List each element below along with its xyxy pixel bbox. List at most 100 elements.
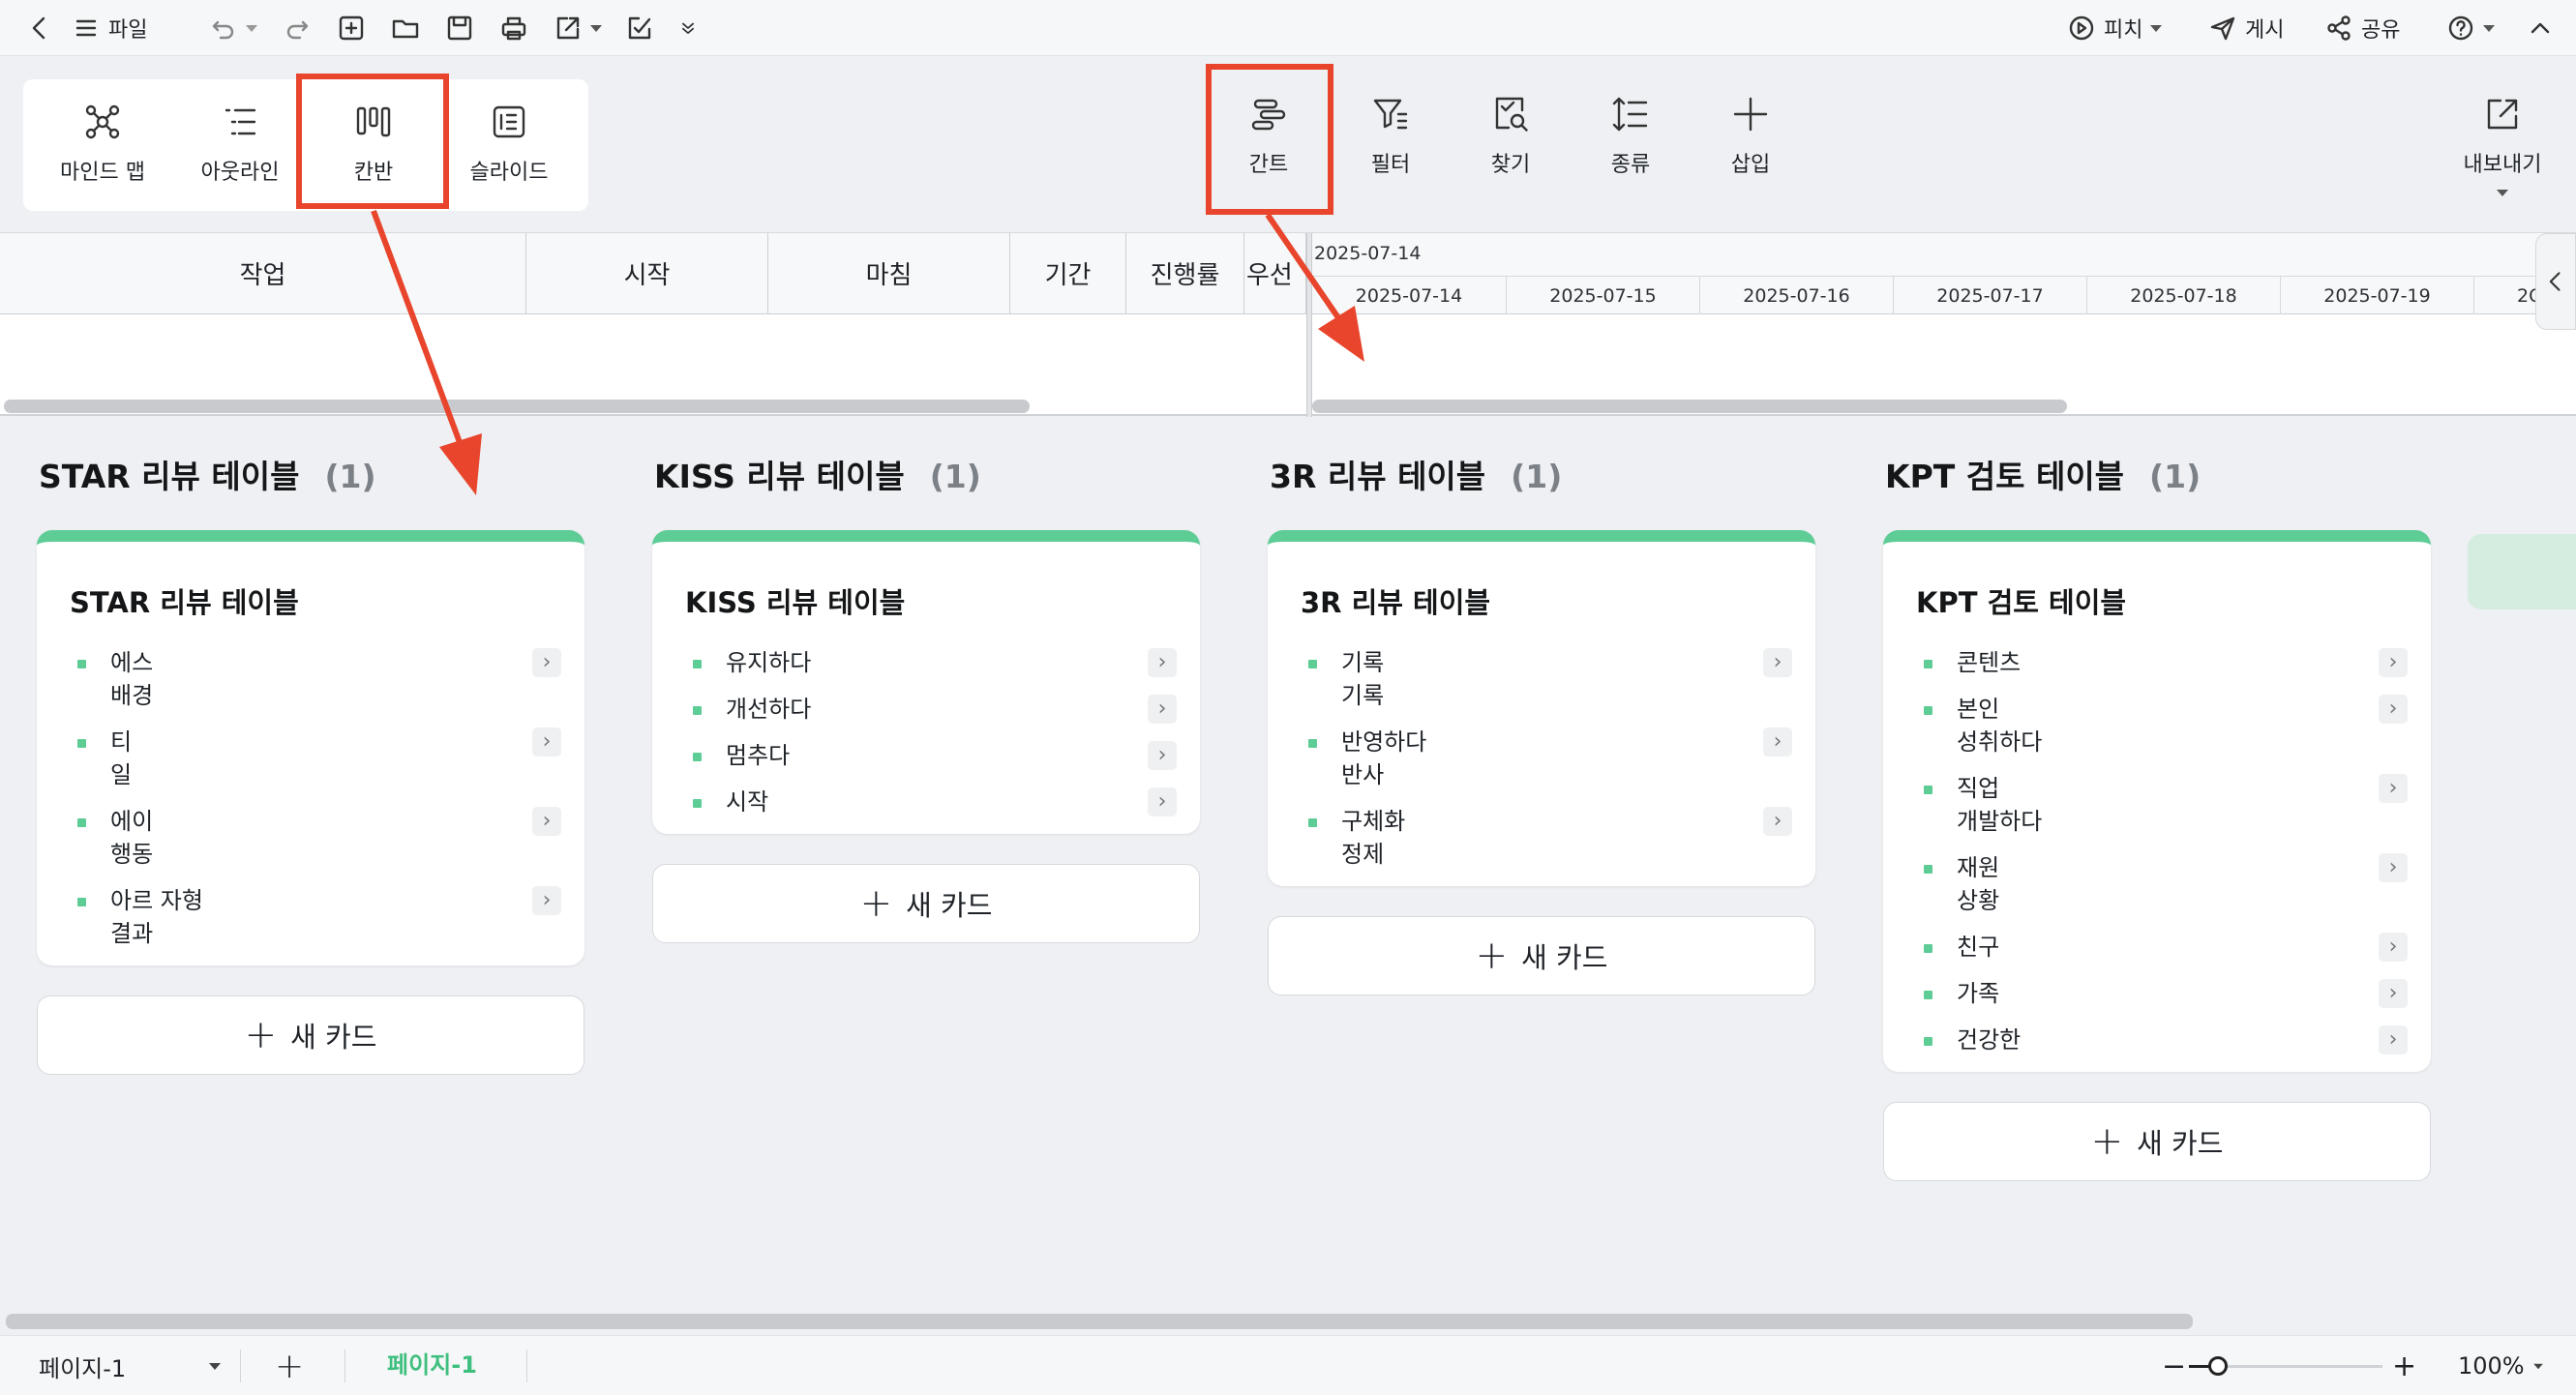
view-kanban-button[interactable]: 칸반	[308, 101, 439, 186]
card-item[interactable]: 유지하다 ›	[693, 646, 1177, 681]
card-item[interactable]: 멈추다 ›	[693, 739, 1177, 774]
chevron-right-icon[interactable]: ›	[2379, 933, 2408, 962]
chevron-right-icon[interactable]: ›	[2379, 774, 2408, 803]
new-card-button[interactable]: + 새 카드	[1883, 1102, 2431, 1181]
collapse-toolbar-button[interactable]	[2526, 0, 2555, 56]
card-item[interactable]: 시작 ›	[693, 786, 1177, 820]
chevron-right-icon[interactable]: ›	[2379, 695, 2408, 724]
save-button[interactable]	[445, 0, 474, 56]
kanban-next-column-placeholder[interactable]	[2468, 534, 2576, 609]
redo-button[interactable]	[283, 0, 312, 56]
gantt-left-scrollbar[interactable]	[4, 400, 1030, 413]
kanban-card[interactable]: KISS 리뷰 테이블 유지하다 › 개선하다 › 멈추다 › 시작 ›	[652, 530, 1200, 834]
find-button[interactable]: 찾기	[1453, 93, 1568, 178]
card-item[interactable]: 에스 배경 ›	[77, 646, 561, 714]
gantt-col-priority[interactable]: 우선	[1244, 233, 1306, 314]
view-mindmap-button[interactable]: 마인드 맵	[37, 101, 168, 186]
item-line-1: 기록	[1341, 649, 1385, 676]
undo-button[interactable]	[209, 0, 257, 56]
send-icon	[2210, 16, 2235, 41]
new-card-label: 새 카드	[906, 889, 993, 922]
gantt-col-progress[interactable]: 진행률	[1126, 233, 1244, 314]
gantt-col-start[interactable]: 시작	[526, 233, 768, 314]
gantt-col-task[interactable]: 작업	[0, 233, 526, 314]
card-item[interactable]: 반영하다 반사 ›	[1308, 726, 1792, 793]
bullet-icon	[1924, 991, 1932, 999]
card-item[interactable]: 직업 개발하다 ›	[1924, 772, 2408, 840]
card-item[interactable]: 콘텐츠 ›	[1924, 646, 2408, 681]
export-button[interactable]: 내보내기	[2442, 93, 2562, 196]
item-line-1: 에스	[110, 649, 154, 676]
undo-caret-icon	[246, 24, 257, 32]
chevron-right-icon[interactable]: ›	[1763, 648, 1792, 677]
gantt-col-end[interactable]: 마침	[768, 233, 1010, 314]
gantt-right-scrollbar[interactable]	[1312, 400, 2067, 413]
item-line-2: 정제	[1341, 841, 1385, 868]
card-item[interactable]: 기록 기록 ›	[1308, 646, 1792, 714]
share-button[interactable]: 공유	[2324, 0, 2400, 56]
chevron-right-icon[interactable]: ›	[532, 807, 561, 836]
card-item[interactable]: 친구 ›	[1924, 931, 2408, 965]
chevron-right-icon[interactable]: ›	[1148, 787, 1177, 816]
back-button[interactable]	[25, 0, 54, 56]
new-card-button[interactable]: + 새 카드	[37, 995, 584, 1075]
chevron-right-icon[interactable]: ›	[2379, 853, 2408, 882]
chevron-right-icon[interactable]: ›	[1763, 807, 1792, 836]
card-item[interactable]: 아르 자형 결과 ›	[77, 884, 561, 952]
filter-button[interactable]: 필터	[1333, 93, 1448, 178]
gantt-button[interactable]: 간트	[1212, 93, 1326, 178]
chevron-right-icon[interactable]: ›	[2379, 979, 2408, 1008]
insert-button[interactable]: 삽입	[1693, 93, 1808, 178]
card-item[interactable]: 구체화 정제 ›	[1308, 805, 1792, 873]
card-item[interactable]: 티 일 ›	[77, 726, 561, 793]
zoom-in-button[interactable]: +	[2392, 1336, 2416, 1395]
more-button[interactable]	[677, 0, 699, 56]
file-menu[interactable]: 파일	[72, 0, 147, 56]
open-button[interactable]	[391, 0, 420, 56]
chevron-right-icon[interactable]: ›	[532, 648, 561, 677]
new-card-button[interactable]: + 새 카드	[652, 864, 1200, 943]
pitch-button[interactable]: 피치	[2067, 0, 2163, 56]
chevron-right-icon[interactable]: ›	[532, 727, 561, 757]
card-item[interactable]: 개선하다 ›	[693, 693, 1177, 727]
kanban-card[interactable]: STAR 리뷰 테이블 에스 배경 › 티 일 › 에이 행동 › 아르 자형 결과 ›	[37, 530, 584, 965]
post-button[interactable]: 게시	[2208, 0, 2284, 56]
task-button[interactable]	[625, 0, 654, 56]
new-card-button[interactable]: + 새 카드	[1268, 916, 1815, 995]
bullet-icon	[1308, 818, 1317, 827]
export-menu-button[interactable]	[554, 0, 602, 56]
print-button[interactable]	[499, 0, 528, 56]
zoom-slider[interactable]	[2189, 1356, 2382, 1376]
view-slide-button[interactable]: 슬라이드	[443, 101, 575, 186]
side-panel-toggle[interactable]	[2535, 233, 2576, 330]
sort-button[interactable]: 종류	[1573, 93, 1688, 178]
chevron-right-icon[interactable]: ›	[1148, 741, 1177, 770]
kanban-card[interactable]: KPT 검토 테이블 콘텐츠 › 본인 성취하다 › 직업 개발하다 › 재원 상황 › 친구…	[1883, 530, 2431, 1072]
zoom-out-button[interactable]: −	[2162, 1336, 2186, 1395]
new-file-button[interactable]	[337, 0, 366, 56]
page-tab-active[interactable]: 페이지-1	[387, 1332, 477, 1392]
help-button[interactable]	[2446, 0, 2495, 56]
chevron-right-icon[interactable]: ›	[1763, 727, 1792, 757]
kanban-horizontal-scrollbar[interactable]	[6, 1314, 2193, 1329]
chevron-right-icon[interactable]: ›	[532, 886, 561, 915]
zoom-select[interactable]: 100%	[2458, 1336, 2544, 1395]
page-select[interactable]: 페이지-1	[39, 1336, 225, 1395]
add-page-button[interactable]: +	[275, 1336, 304, 1395]
bullet-icon	[1924, 786, 1932, 794]
chevron-right-icon[interactable]: ›	[1148, 648, 1177, 677]
card-item[interactable]: 본인 성취하다 ›	[1924, 693, 2408, 760]
kanban-card[interactable]: 3R 리뷰 테이블 기록 기록 › 반영하다 반사 › 구체화 정제 ›	[1268, 530, 1815, 886]
card-item[interactable]: 건강한 ›	[1924, 1024, 2408, 1058]
card-item[interactable]: 가족 ›	[1924, 977, 2408, 1012]
gantt-col-duration[interactable]: 기간	[1010, 233, 1126, 314]
card-item[interactable]: 에이 행동 ›	[77, 805, 561, 873]
chevron-right-icon[interactable]: ›	[1148, 695, 1177, 724]
card-item[interactable]: 재원 상황 ›	[1924, 851, 2408, 919]
view-outline-button[interactable]: 아웃라인	[174, 101, 306, 186]
zoom-slider-knob[interactable]	[2208, 1356, 2228, 1376]
chevron-right-icon[interactable]: ›	[2379, 648, 2408, 677]
gantt-date-3: 2025-07-16	[1699, 276, 1893, 314]
chevron-right-icon[interactable]: ›	[2379, 1025, 2408, 1054]
column-name: STAR 리뷰 테이블	[39, 458, 300, 495]
